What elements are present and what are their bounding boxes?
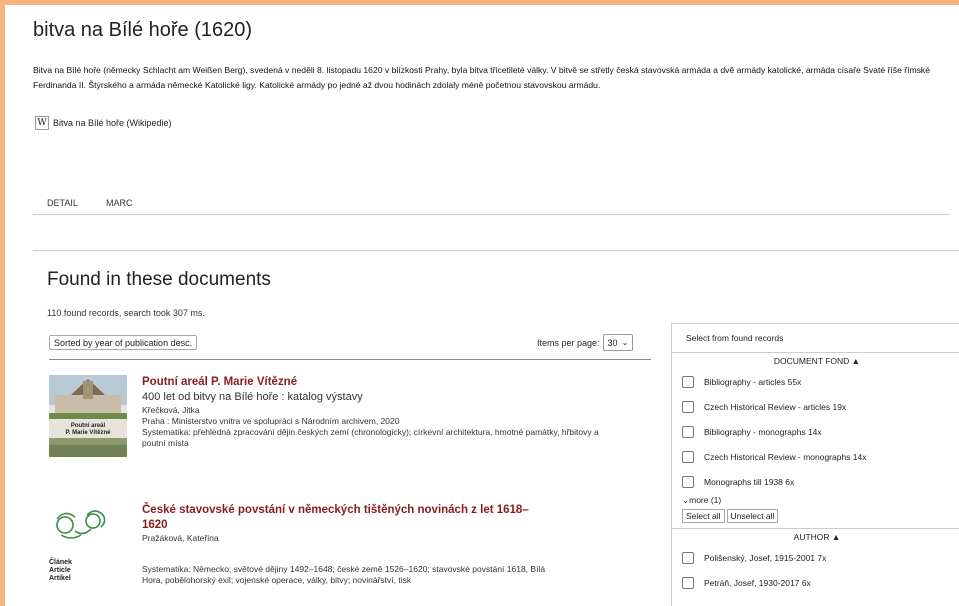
tab-bar: DETAIL MARC (33, 194, 950, 215)
record-publisher: Praha : Ministerstvo vnitra ve spoluprác… (142, 416, 400, 426)
page: bitva na Bílé hoře (1620) Bitva na Bílé … (5, 5, 959, 606)
items-per-page: Items per page: 30 ⌄ (537, 334, 634, 351)
type-label-de: Artikel (49, 575, 71, 582)
record-body: České stavovské povstání v německých tiš… (142, 503, 622, 586)
record-body: Poutní areál P. Marie Vítězné 400 let od… (142, 375, 622, 449)
cover-text-line-2: P. Marie Vítězné (66, 430, 112, 436)
unselect-all-button[interactable]: Unselect all (726, 509, 779, 523)
facet-label: Czech Historical Review - monographs 14x (704, 451, 867, 462)
cover-text-line-1: Poutní areál (71, 423, 106, 429)
facet-item[interactable]: Czech Historical Review - articles 19x (672, 394, 959, 419)
type-label-cz: Článek (49, 559, 72, 566)
select-all-button[interactable]: Select all (682, 509, 725, 523)
facet-item[interactable]: Bibliography - monographs 14x (672, 419, 959, 444)
facet-section-document-fond[interactable]: DOCUMENT FOND ▲ (672, 353, 959, 369)
tab-detail[interactable]: DETAIL (47, 198, 78, 208)
record-subtitle: 400 let od bitvy na Bílé hoře : katalog … (142, 391, 363, 403)
wikipedia-link[interactable]: W Bitva na Bílé hoře (Wikipedie) (35, 116, 172, 130)
facet-label: Bibliography - articles 55x (704, 376, 802, 387)
facet-section-author[interactable]: AUTHOR ▲ (672, 529, 959, 545)
facet-label: Monographs till 1938 6x (704, 476, 795, 487)
items-per-page-value: 30 (607, 337, 618, 348)
description: Bitva na Bílé hoře (německy Schlacht am … (33, 65, 931, 90)
select-buttons: Select all Unselect all (672, 509, 959, 523)
record-systematics: Systematika: Německo; světové dějiny 149… (142, 564, 546, 585)
checkbox[interactable] (682, 425, 694, 438)
wikipedia-icon: W (35, 116, 49, 130)
checkbox[interactable] (682, 551, 694, 564)
facet-item[interactable]: Bibliography - articles 55x (672, 369, 959, 394)
chevron-down-icon: ⌄ (621, 338, 629, 347)
facet-label: Czech Historical Review - articles 19x (704, 401, 847, 412)
checkbox[interactable] (682, 475, 694, 488)
items-per-page-select[interactable]: 30 ⌄ (602, 334, 634, 351)
more-label: more (1) (689, 495, 722, 505)
divider (33, 250, 959, 251)
facet-item[interactable]: Polišenský, Josef, 1915-2001 7x (672, 545, 959, 570)
facet-item[interactable]: Czech Historical Review - monographs 14x (672, 444, 959, 469)
tab-marc[interactable]: MARC (106, 198, 133, 208)
list-divider (49, 359, 651, 360)
record-author: Křečková, Jitka (142, 405, 200, 415)
checkbox[interactable] (682, 375, 694, 388)
checkbox[interactable] (682, 400, 694, 413)
record-systematics: Systematika: přehledná zpracování dějin … (142, 427, 599, 448)
type-label-en: Article (49, 567, 71, 574)
items-per-page-label: Items per page: (537, 337, 600, 348)
facet-label: Petráň, Josef, 1930-2017 6x (704, 577, 811, 588)
found-count: 110 found records, search took 307 ms. (47, 308, 205, 318)
facet-label: Bibliography - monographs 14x (704, 426, 822, 437)
found-title: Found in these documents (47, 269, 271, 290)
book-cover-thumbnail[interactable]: Poutní areál P. Marie Vítězné (49, 375, 127, 457)
facet-panel: Select from found records DOCUMENT FOND … (671, 323, 959, 606)
wikipedia-link-label[interactable]: Bitva na Bílé hoře (Wikipedie) (53, 118, 172, 128)
facet-label: Polišenský, Josef, 1915-2001 7x (704, 552, 827, 563)
facet-panel-header: Select from found records (672, 324, 959, 353)
page-title: bitva na Bílé hoře (1620) (33, 19, 253, 41)
record-title[interactable]: Poutní areál P. Marie Vítězné (142, 375, 622, 390)
article-illustration-icon[interactable] (51, 505, 111, 545)
checkbox[interactable] (682, 576, 694, 589)
checkbox[interactable] (682, 450, 694, 463)
sort-button[interactable]: Sorted by year of publication desc. (49, 335, 198, 350)
facet-item[interactable]: Monographs till 1938 6x (672, 469, 959, 494)
document-type-labels: Článek Article Artikel (49, 559, 72, 583)
record-title[interactable]: České stavovské povstání v německých tiš… (142, 503, 542, 533)
record-author: Pražáková, Kateřina (142, 533, 219, 543)
more-toggle[interactable]: ⌄more (1) (672, 494, 959, 506)
facet-item[interactable]: Petráň, Josef, 1930-2017 6x (672, 570, 959, 595)
